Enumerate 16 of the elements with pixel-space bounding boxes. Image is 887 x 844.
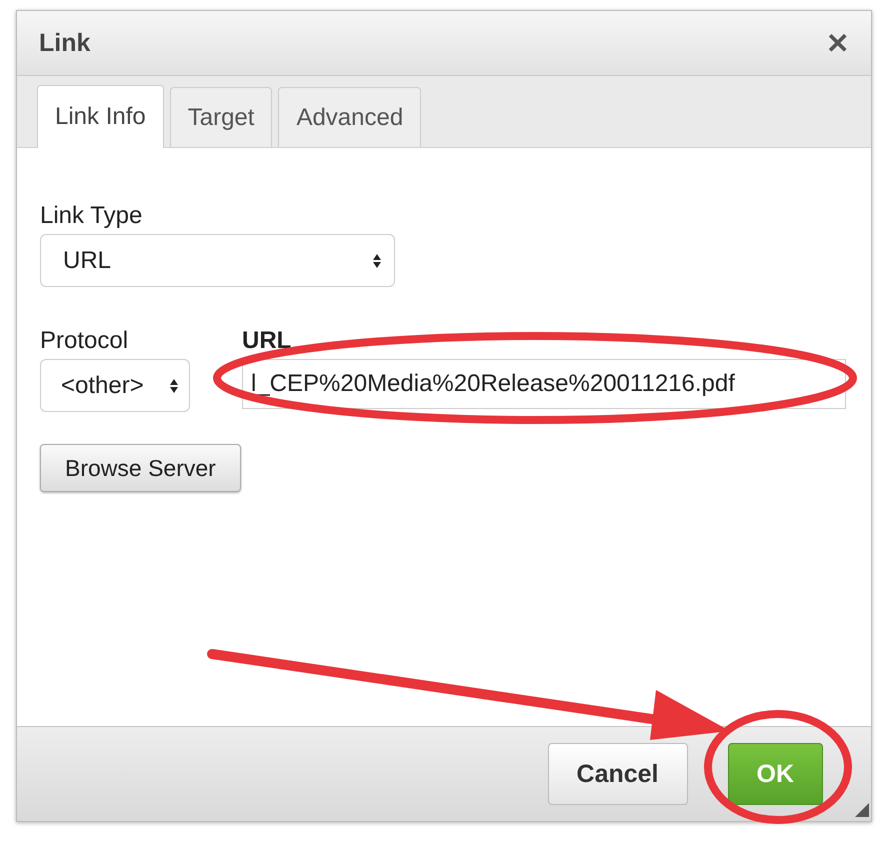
- tab[interactable]: Target: [170, 87, 272, 147]
- browse-server-button[interactable]: Browse Server: [40, 444, 241, 492]
- up-down-icon: [169, 378, 179, 394]
- protocol-select[interactable]: <other>: [40, 359, 190, 412]
- cancel-button[interactable]: Cancel: [548, 743, 688, 805]
- field-label: Link Type: [40, 202, 144, 230]
- tab[interactable]: Advanced: [278, 87, 422, 147]
- up-down-icon: [372, 252, 382, 268]
- field-label: URL: [242, 327, 292, 355]
- url-field[interactable]: l_CEP%20Media%20Release%20011216.pdf: [242, 359, 846, 409]
- dialog-title: Link: [39, 28, 90, 58]
- field-label: Protocol: [40, 327, 130, 355]
- link-type-select[interactable]: URL: [40, 234, 395, 287]
- close-button[interactable]: ✕: [826, 26, 849, 60]
- resize-grip-icon: [855, 803, 869, 817]
- tab[interactable]: Link Info: [37, 85, 164, 148]
